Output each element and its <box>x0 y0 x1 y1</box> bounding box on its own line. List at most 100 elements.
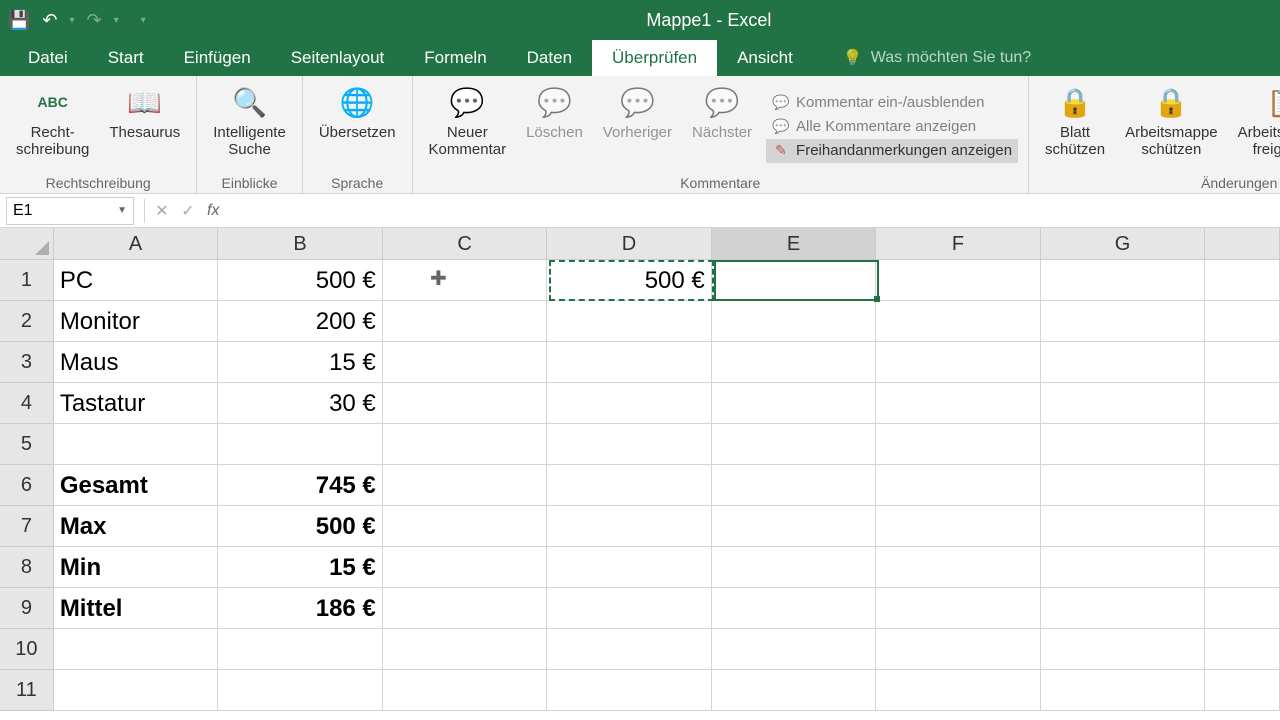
spelling-button[interactable]: ABC Recht- schreibung <box>10 80 95 173</box>
protect-sheet-button[interactable]: 🔒 Blatt schützen <box>1039 80 1111 173</box>
name-box[interactable]: E1 ▼ <box>6 197 134 225</box>
cell-D9[interactable] <box>547 588 711 629</box>
cell-H9[interactable] <box>1205 588 1280 629</box>
save-icon[interactable]: 💾 <box>8 10 30 31</box>
cell-F8[interactable] <box>876 547 1040 588</box>
cell-A3[interactable]: Maus <box>54 342 218 383</box>
qat-dropdown-icon[interactable]: ▾ <box>70 15 75 26</box>
cell-B9[interactable]: 186 € <box>218 588 382 629</box>
row-header[interactable]: 3 <box>0 342 54 383</box>
cell-B3[interactable]: 15 € <box>218 342 382 383</box>
qat-dropdown-icon[interactable]: ▾ <box>114 15 119 26</box>
cell-D10[interactable] <box>547 629 711 670</box>
cell-G2[interactable] <box>1041 301 1205 342</box>
col-header-A[interactable]: A <box>54 228 218 260</box>
tab-data[interactable]: Daten <box>507 40 592 76</box>
cell-B7[interactable]: 500 € <box>218 506 382 547</box>
name-box-dropdown-icon[interactable]: ▼ <box>117 205 127 216</box>
cell-C7[interactable] <box>383 506 547 547</box>
cell-B11[interactable] <box>218 670 382 711</box>
cell-H7[interactable] <box>1205 506 1280 547</box>
row-header[interactable]: 7 <box>0 506 54 547</box>
cell-B5[interactable] <box>218 424 382 465</box>
cell-F2[interactable] <box>876 301 1040 342</box>
undo-icon[interactable]: ↶ <box>42 10 57 31</box>
share-workbook-button[interactable]: 📋 Arbeitsmappe freigeben <box>1232 80 1280 173</box>
cell-F7[interactable] <box>876 506 1040 547</box>
cell-B6[interactable]: 745 € <box>218 465 382 506</box>
cell-H10[interactable] <box>1205 629 1280 670</box>
cell-G8[interactable] <box>1041 547 1205 588</box>
col-header-H[interactable] <box>1205 228 1280 260</box>
cell-B10[interactable] <box>218 629 382 670</box>
cell-G3[interactable] <box>1041 342 1205 383</box>
cell-A8[interactable]: Min <box>54 547 218 588</box>
cell-E7[interactable] <box>712 506 876 547</box>
cell-B8[interactable]: 15 € <box>218 547 382 588</box>
cell-H4[interactable] <box>1205 383 1280 424</box>
row-header[interactable]: 6 <box>0 465 54 506</box>
cell-A2[interactable]: Monitor <box>54 301 218 342</box>
cell-F9[interactable] <box>876 588 1040 629</box>
insert-function-button[interactable]: fx <box>201 202 225 220</box>
row-header[interactable]: 11 <box>0 670 54 711</box>
thesaurus-button[interactable]: 📖 Thesaurus <box>103 80 186 173</box>
cell-C6[interactable] <box>383 465 547 506</box>
tab-start[interactable]: Start <box>88 40 164 76</box>
cell-D3[interactable] <box>547 342 711 383</box>
row-header[interactable]: 1 <box>0 260 54 301</box>
tab-view[interactable]: Ansicht <box>717 40 813 76</box>
row-header[interactable]: 9 <box>0 588 54 629</box>
cell-F3[interactable] <box>876 342 1040 383</box>
cell-C1[interactable] <box>383 260 547 301</box>
row-header[interactable]: 10 <box>0 629 54 670</box>
cell-D5[interactable] <box>547 424 711 465</box>
cell-E2[interactable] <box>712 301 876 342</box>
cell-B2[interactable]: 200 € <box>218 301 382 342</box>
cell-H11[interactable] <box>1205 670 1280 711</box>
cell-E11[interactable] <box>712 670 876 711</box>
cell-F11[interactable] <box>876 670 1040 711</box>
cell-D6[interactable] <box>547 465 711 506</box>
cell-G6[interactable] <box>1041 465 1205 506</box>
cell-H5[interactable] <box>1205 424 1280 465</box>
tab-review[interactable]: Überprüfen <box>592 40 717 76</box>
tab-pagelayout[interactable]: Seitenlayout <box>271 40 405 76</box>
cell-E5[interactable] <box>712 424 876 465</box>
translate-button[interactable]: 🌐 Übersetzen <box>313 80 402 173</box>
col-header-G[interactable]: G <box>1041 228 1205 260</box>
cell-G10[interactable] <box>1041 629 1205 670</box>
show-ink-button[interactable]: ✎ Freihandanmerkungen anzeigen <box>766 139 1018 163</box>
smart-lookup-button[interactable]: 🔍 Intelligente Suche <box>207 80 292 173</box>
cell-G1[interactable] <box>1041 260 1205 301</box>
cell-B1[interactable]: 500 € <box>218 260 382 301</box>
cell-A10[interactable] <box>54 629 218 670</box>
cell-C10[interactable] <box>383 629 547 670</box>
tell-me-box[interactable]: 💡 Was möchten Sie tun? <box>843 48 1031 76</box>
cell-H6[interactable] <box>1205 465 1280 506</box>
qat-customize-icon[interactable]: ▾ <box>141 15 146 26</box>
cell-E6[interactable] <box>712 465 876 506</box>
cell-G7[interactable] <box>1041 506 1205 547</box>
cell-F4[interactable] <box>876 383 1040 424</box>
cell-D11[interactable] <box>547 670 711 711</box>
cell-E1[interactable] <box>712 260 876 301</box>
cell-A6[interactable]: Gesamt <box>54 465 218 506</box>
col-header-D[interactable]: D <box>547 228 711 260</box>
cell-E3[interactable] <box>712 342 876 383</box>
cell-C11[interactable] <box>383 670 547 711</box>
tab-file[interactable]: Datei <box>8 40 88 76</box>
col-header-F[interactable]: F <box>876 228 1040 260</box>
cell-C3[interactable] <box>383 342 547 383</box>
cell-E9[interactable] <box>712 588 876 629</box>
cell-A1[interactable]: PC <box>54 260 218 301</box>
cell-F1[interactable] <box>876 260 1040 301</box>
cell-A7[interactable]: Max <box>54 506 218 547</box>
cell-F6[interactable] <box>876 465 1040 506</box>
cell-G9[interactable] <box>1041 588 1205 629</box>
cell-H1[interactable] <box>1205 260 1280 301</box>
cell-H8[interactable] <box>1205 547 1280 588</box>
cell-F10[interactable] <box>876 629 1040 670</box>
cell-C8[interactable] <box>383 547 547 588</box>
cell-H3[interactable] <box>1205 342 1280 383</box>
